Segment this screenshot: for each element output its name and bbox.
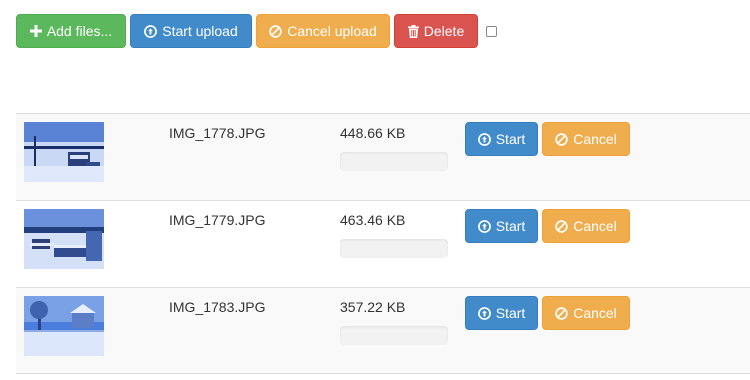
cancel-button[interactable]: Cancel: [542, 209, 630, 243]
upload-progress-bar: [340, 326, 448, 345]
file-size: 357.22 KB: [340, 299, 406, 315]
file-row: IMG_1783.JPG 357.22 KB Start Cancel: [16, 287, 750, 374]
circle-arrow-up-icon: [477, 219, 491, 233]
row-actions: Start Cancel: [465, 296, 634, 330]
file-thumbnail: [24, 122, 104, 182]
cancel-button[interactable]: Cancel: [542, 122, 630, 156]
cancel-upload-label: Cancel upload: [287, 23, 377, 39]
row-actions: Start Cancel: [465, 122, 634, 156]
start-label: Start: [495, 218, 526, 234]
file-thumbnail: [24, 296, 104, 356]
cancel-label: Cancel: [573, 218, 617, 234]
file-size: 448.66 KB: [340, 125, 406, 141]
circle-arrow-up-icon: [477, 306, 491, 320]
trash-icon: [407, 24, 419, 38]
upload-progress-bar: [340, 239, 448, 258]
row-actions: Start Cancel: [465, 209, 634, 243]
plus-icon: [29, 25, 42, 37]
start-label: Start: [495, 131, 526, 147]
delete-label: Delete: [423, 23, 465, 39]
start-button[interactable]: Start: [465, 209, 538, 243]
start-label: Start: [495, 305, 526, 321]
cancel-label: Cancel: [573, 131, 617, 147]
upload-progress-bar: [340, 152, 448, 171]
ban-circle-icon: [555, 219, 568, 233]
file-name: IMG_1783.JPG: [169, 299, 266, 315]
add-files-label: Add files...: [46, 23, 113, 39]
file-name: IMG_1779.JPG: [169, 212, 266, 228]
ban-circle-icon: [269, 24, 282, 38]
ban-circle-icon: [555, 306, 568, 320]
cancel-label: Cancel: [573, 305, 617, 321]
file-name: IMG_1778.JPG: [169, 125, 266, 141]
file-thumbnail: [24, 209, 104, 269]
circle-arrow-up-icon: [144, 24, 158, 38]
delete-button[interactable]: Delete: [394, 14, 478, 48]
upload-toolbar: Add files... Start upload Cancel upload …: [16, 14, 497, 48]
start-button[interactable]: Start: [465, 122, 538, 156]
add-files-button[interactable]: Add files...: [16, 14, 126, 48]
select-all-checkbox[interactable]: [486, 25, 497, 37]
file-list: IMG_1778.JPG 448.66 KB Start Cancel IMG_…: [16, 113, 750, 374]
file-row: IMG_1778.JPG 448.66 KB Start Cancel: [16, 113, 750, 200]
start-upload-label: Start upload: [162, 23, 238, 39]
cancel-upload-button[interactable]: Cancel upload: [256, 14, 390, 48]
file-row: IMG_1779.JPG 463.46 KB Start Cancel: [16, 200, 750, 287]
circle-arrow-up-icon: [477, 132, 491, 146]
cancel-button[interactable]: Cancel: [542, 296, 630, 330]
file-size: 463.46 KB: [340, 212, 406, 228]
start-button[interactable]: Start: [465, 296, 538, 330]
ban-circle-icon: [555, 132, 568, 146]
start-upload-button[interactable]: Start upload: [130, 14, 252, 48]
